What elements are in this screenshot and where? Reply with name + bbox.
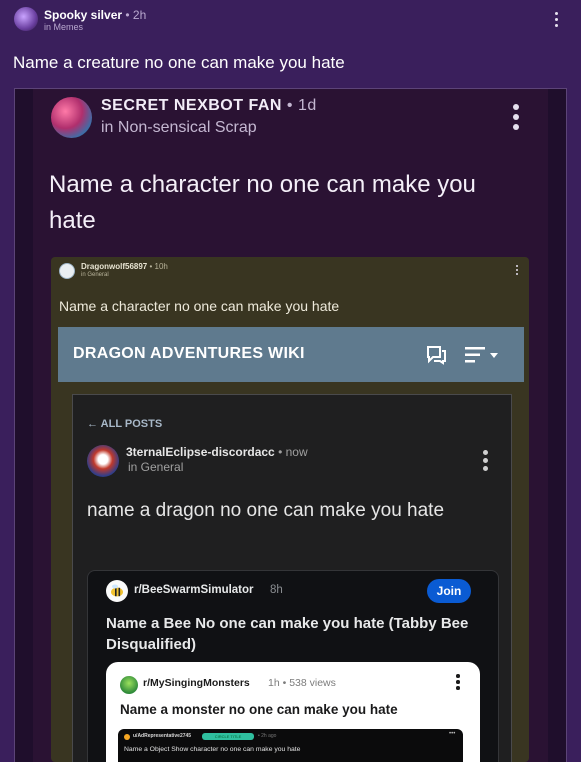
post-author[interactable]: Spooky silver • 2h (44, 8, 146, 22)
reddit-card: r/BeeSwarmSimulator 8h Join Name a Bee N… (87, 570, 499, 762)
avatar (59, 263, 75, 279)
reddit-user: u/AdRepresentative2745 (133, 733, 192, 739)
avatar (124, 734, 130, 740)
avatar (120, 676, 138, 694)
embed-author: Dragonwolf56897 • 10h (81, 262, 168, 271)
avatar (87, 445, 119, 477)
reddit-card: u/AdRepresentative2745 CIRCLE TITLE • 2h… (118, 729, 463, 762)
post-author-name[interactable]: Spooky silver (44, 8, 122, 22)
bee-icon (111, 584, 123, 597)
reddit-meta: 1h • 538 views (268, 677, 336, 689)
reddit-time: • 2h ago (258, 733, 277, 739)
post-header: Spooky silver • 2h in Memes (0, 0, 581, 44)
wiki-post-panel: ← ALL POSTS 3ternalEclipse-discordacc • … (72, 394, 512, 762)
reddit-title: Name a Bee No one can make you hate (Tab… (106, 615, 469, 653)
subreddit: r/BeeSwarmSimulator (134, 584, 254, 596)
wiki-category: in General (128, 460, 184, 474)
embed-time: • 10h (149, 262, 168, 271)
embed-title: Name a character no one can make you hat… (59, 298, 340, 314)
back-link: ← ALL POSTS (87, 418, 162, 430)
post-title: Name a creature no one can make you hate (13, 53, 345, 72)
wiki-post-title: name a dragon no one can make you hate (87, 500, 445, 521)
embed-category: in Non-sensical Scrap (101, 119, 257, 136)
wiki-time: • now (278, 445, 308, 459)
reddit-card: r/MySingingMonsters 1h • 538 views Name … (106, 662, 480, 762)
avatar (106, 580, 128, 602)
embedded-card: Dragonwolf56897 • 10h in General Name a … (51, 257, 529, 762)
reddit-title: Name a monster no one can make you hate (120, 702, 398, 717)
subreddit: r/MySingingMonsters (143, 677, 250, 689)
reddit-time: 8h (270, 584, 283, 596)
avatar (51, 97, 92, 138)
wiki-author-name: 3ternalEclipse-discordacc (126, 445, 275, 459)
wiki-header: DRAGON ADVENTURES WIKI (58, 327, 524, 382)
join-button: Join (427, 579, 471, 603)
more-vertical-icon[interactable] (555, 12, 558, 27)
chat-icon (427, 346, 446, 365)
embed-title: Name a character no one can make you hat… (49, 171, 476, 234)
back-label: ALL POSTS (100, 418, 163, 430)
flair-badge: CIRCLE TITLE (202, 733, 254, 740)
wiki-title: DRAGON ADVENTURES WIKI (73, 345, 305, 362)
embed-author-name: Dragonwolf56897 (81, 262, 148, 271)
post-category[interactable]: in Memes (44, 22, 83, 32)
embed-author: SECRET NEXBOT FAN • 1d (101, 97, 317, 115)
more-vertical-icon (483, 450, 488, 471)
embed-category: in General (81, 272, 109, 278)
more-horizontal-icon: ••• (449, 731, 456, 737)
menu-icon (465, 347, 498, 363)
wiki-author: 3ternalEclipse-discordacc • now (126, 445, 308, 459)
back-arrow-icon: ← (87, 418, 98, 430)
more-vertical-icon (513, 104, 519, 130)
post-image[interactable]: SECRET NEXBOT FAN • 1d in Non-sensical S… (14, 88, 567, 762)
avatar[interactable] (14, 7, 38, 31)
reddit-title: Name a Object Show character no one can … (124, 746, 301, 753)
embed-author-name: SECRET NEXBOT FAN (101, 97, 282, 114)
embed-time: • 1d (286, 97, 317, 114)
more-vertical-icon (516, 265, 518, 275)
more-vertical-icon (456, 674, 460, 690)
post-time: • 2h (125, 8, 147, 22)
